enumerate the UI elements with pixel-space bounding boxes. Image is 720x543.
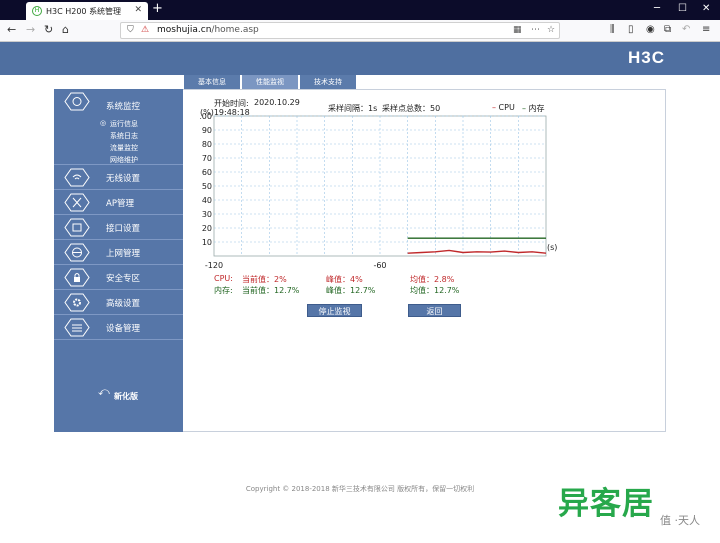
ytick-label: 80 xyxy=(202,140,212,149)
tab-tech-support[interactable]: 技术支持 xyxy=(300,75,356,89)
watermark-sub: 值 ·天人 xyxy=(660,514,700,527)
mem-avg: 均值：12.7% xyxy=(410,286,460,295)
sub-bullet-icon: ◎ xyxy=(100,119,107,127)
ytick-label: 20 xyxy=(202,224,212,233)
monitor-icon xyxy=(64,92,90,111)
unit-seconds: (s) xyxy=(547,243,558,252)
subitem-system-log[interactable]: 系统日志 xyxy=(110,131,138,141)
undo-icon[interactable]: ↶ xyxy=(682,24,690,36)
sidebar-item-interface[interactable]: 接口设置 xyxy=(54,215,183,240)
mem-current: 当前值：12.7% xyxy=(242,286,300,295)
sidebar-item-security[interactable]: 安全专区 xyxy=(54,265,183,290)
mem-label: 内存: xyxy=(214,286,233,295)
tab-basic-info[interactable]: 基本信息 xyxy=(184,75,240,89)
ytick-label: 50 xyxy=(202,182,212,191)
cpu-current: 当前值：2% xyxy=(242,275,287,284)
xtick-label: -60 xyxy=(373,261,386,270)
sidebar-item-advanced[interactable]: 高级设置 xyxy=(54,290,183,315)
page-header: H3C xyxy=(0,42,720,75)
browser-tabbar: H H3C H200 系统管理 ✕ + ─ ☐ ✕ xyxy=(0,0,720,20)
ytick-label: 40 xyxy=(202,196,212,205)
shield-icon[interactable]: ⛉ xyxy=(127,25,134,35)
subitem-traffic-monitor[interactable]: 流量监控 xyxy=(110,143,138,153)
ytick-label: 70 xyxy=(202,154,212,163)
browser-navbar: ← → ↻ ⌂ ⛉ ⚠ moshujia.cn/home.asp ▦ ⋯ ☆ ⫼… xyxy=(0,20,720,42)
start-date: 2020.10.29 xyxy=(254,98,300,107)
performance-chart: 100 90 80 70 60 50 40 30 20 10 -120 -60 xyxy=(200,112,547,270)
tab-performance[interactable]: 性能监视 xyxy=(242,75,298,89)
tab-title: H3C H200 系统管理 xyxy=(46,6,122,16)
qr-icon[interactable]: ▦ xyxy=(513,25,522,35)
extension-icon[interactable]: ◉ xyxy=(646,24,655,36)
new-version-icon[interactable]: ⤺ xyxy=(98,385,110,399)
subitem-network-maintenance[interactable]: 网络维护 xyxy=(110,155,138,165)
maximize-icon[interactable]: ☐ xyxy=(678,3,687,14)
ytick-label: 60 xyxy=(202,168,212,177)
sidebar-item-internet[interactable]: 上网管理 xyxy=(54,240,183,265)
h3c-logo: H3C xyxy=(627,48,665,67)
minimize-icon[interactable]: ─ xyxy=(654,3,660,14)
sidebar: 系统监控 ◎ 运行信息 系统日志 流量监控 网络维护 无线设置 AP管理 接口设… xyxy=(54,89,183,432)
site-favicon-icon: H xyxy=(32,6,42,16)
watermark-logo: 异客居 xyxy=(558,486,654,522)
url-bar[interactable]: ⛉ ⚠ moshujia.cn/home.asp ▦ ⋯ ☆ xyxy=(120,22,560,39)
url-text[interactable]: moshujia.cn/home.asp xyxy=(157,25,259,35)
ytick-label: 90 xyxy=(202,126,212,135)
close-window-icon[interactable]: ✕ xyxy=(702,3,710,14)
sidebar-icon[interactable]: ▯ xyxy=(628,24,634,36)
sidebar-item-ap-manage[interactable]: AP管理 xyxy=(54,190,183,215)
screenshot-icon[interactable]: ⧉ xyxy=(664,24,671,36)
new-version-link[interactable]: 新化版 xyxy=(114,391,138,402)
ytick-label: 100 xyxy=(200,112,212,121)
gear-icon xyxy=(64,293,90,312)
lock-icon xyxy=(64,268,90,287)
forward-icon[interactable]: → xyxy=(26,24,35,36)
tools-icon xyxy=(64,193,90,212)
sidebar-item-wireless[interactable]: 无线设置 xyxy=(54,165,183,190)
cpu-label: CPU: xyxy=(214,274,233,283)
mem-peak: 峰值：12.7% xyxy=(326,286,376,295)
home-icon[interactable]: ⌂ xyxy=(62,24,69,36)
ytick-label: 30 xyxy=(202,210,212,219)
stop-monitor-button[interactable]: 停止监视 xyxy=(307,304,362,317)
new-tab-button[interactable]: + xyxy=(152,2,163,16)
wifi-icon xyxy=(64,168,90,187)
ytick-label: 10 xyxy=(202,238,212,247)
xtick-label: -120 xyxy=(205,261,223,270)
insecure-lock-icon[interactable]: ⚠ xyxy=(141,25,149,35)
more-icon[interactable]: ⋯ xyxy=(531,25,540,35)
cpu-avg: 均值：2.8% xyxy=(410,275,455,284)
library-icon[interactable]: ⫼ xyxy=(610,24,615,36)
reload-icon[interactable]: ↻ xyxy=(44,24,53,36)
cpu-peak: 峰值：4% xyxy=(326,275,363,284)
interface-icon xyxy=(64,218,90,237)
back-icon[interactable]: ← xyxy=(7,24,16,36)
sidebar-item-device[interactable]: 设备管理 xyxy=(54,315,183,340)
subitem-run-info[interactable]: 运行信息 xyxy=(110,119,138,129)
browser-tab[interactable]: H H3C H200 系统管理 ✕ xyxy=(26,2,148,20)
bookmark-star-icon[interactable]: ☆ xyxy=(547,25,555,35)
globe-icon xyxy=(64,243,90,262)
menu-icon[interactable]: ≡ xyxy=(702,24,710,36)
device-icon xyxy=(64,318,90,337)
back-button[interactable]: 返回 xyxy=(408,304,461,317)
tab-close-icon[interactable]: ✕ xyxy=(134,5,142,15)
